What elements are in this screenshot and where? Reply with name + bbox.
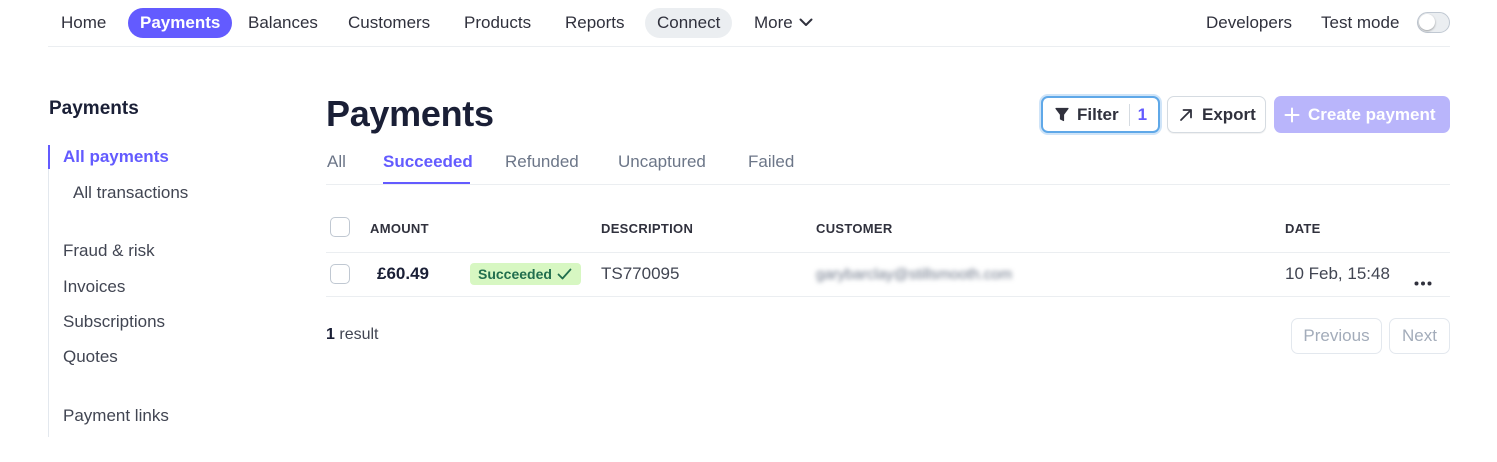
result-count-number: 1 (326, 326, 335, 343)
row-customer-email: garybarclay@stillsmooth.com (816, 266, 1013, 283)
column-header-date[interactable]: DATE (1285, 221, 1321, 236)
row-checkbox[interactable] (330, 264, 350, 284)
tab-refunded[interactable]: Refunded (505, 152, 579, 172)
row-description: TS770095 (601, 264, 680, 283)
filter-label: Filter (1077, 104, 1119, 124)
status-badge-label: Succeeded (478, 266, 552, 282)
top-navigation: Home Payments Balances Customers Product… (48, 0, 1450, 47)
sidebar-item-payment-links[interactable]: Payment links (63, 406, 169, 426)
create-payment-label: Create payment (1308, 104, 1436, 124)
tab-all[interactable]: All (327, 152, 346, 172)
nav-payments[interactable]: Payments (128, 8, 233, 38)
result-count: 1 result (326, 326, 378, 344)
row-more-actions-icon[interactable] (1414, 273, 1432, 291)
filter-icon (1055, 107, 1069, 122)
toggle-knob (1419, 14, 1435, 30)
filter-separator (1128, 103, 1130, 126)
status-badge: Succeeded (470, 263, 581, 285)
tab-active-underline (383, 182, 470, 184)
nav-products[interactable]: Products (452, 8, 543, 38)
sidebar-item-fraud-risk[interactable]: Fraud & risk (63, 241, 155, 261)
arrow-up-right-icon (1180, 108, 1192, 121)
filter-button[interactable]: Filter 1 (1041, 96, 1160, 133)
row-date: 10 Feb, 15:48 (1285, 264, 1390, 283)
filter-count-badge: 1 (1137, 104, 1148, 124)
table-header-divider (326, 252, 1450, 253)
sidebar-title: Payments (49, 98, 139, 119)
status-tabs: All Succeeded Refunded Uncaptured Failed (326, 150, 1450, 185)
sidebar-active-indicator (48, 145, 50, 169)
column-header-customer[interactable]: CUSTOMER (816, 221, 893, 236)
chevron-down-icon (799, 7, 813, 37)
table-row-divider (326, 296, 1450, 297)
nav-customers[interactable]: Customers (336, 8, 442, 38)
select-all-checkbox[interactable] (330, 217, 350, 237)
previous-page-button[interactable]: Previous (1291, 318, 1382, 354)
nav-connect[interactable]: Connect (645, 8, 733, 38)
nav-more-label: More (754, 13, 793, 32)
export-label: Export (1202, 104, 1256, 124)
sidebar-item-all-payments[interactable]: All payments (63, 147, 169, 167)
test-mode-toggle[interactable] (1417, 12, 1450, 33)
nav-balances[interactable]: Balances (236, 8, 330, 38)
tab-uncaptured[interactable]: Uncaptured (618, 152, 706, 172)
column-header-amount[interactable]: AMOUNT (370, 221, 429, 236)
export-button[interactable]: Export (1167, 96, 1266, 133)
next-page-button[interactable]: Next (1389, 318, 1450, 354)
plus-icon (1284, 107, 1300, 122)
nav-more[interactable]: More (742, 8, 825, 38)
nav-developers[interactable]: Developers (1194, 8, 1304, 38)
nav-home[interactable]: Home (49, 8, 118, 38)
sidebar-divider (48, 169, 49, 437)
create-payment-button[interactable]: Create payment (1274, 96, 1450, 133)
tab-failed[interactable]: Failed (748, 152, 794, 172)
sidebar-item-invoices[interactable]: Invoices (63, 277, 125, 297)
row-amount: £60.49 (377, 264, 429, 283)
sidebar-item-quotes[interactable]: Quotes (63, 347, 118, 367)
nav-reports[interactable]: Reports (553, 8, 637, 38)
checkmark-icon (557, 268, 572, 280)
test-mode-label: Test mode (1321, 13, 1400, 32)
tab-succeeded[interactable]: Succeeded (383, 152, 473, 172)
page-title: Payments (326, 93, 494, 134)
sidebar-item-subscriptions[interactable]: Subscriptions (63, 312, 165, 332)
column-header-description[interactable]: DESCRIPTION (601, 221, 693, 236)
sidebar-item-all-transactions[interactable]: All transactions (73, 183, 188, 203)
result-count-label: result (339, 326, 379, 343)
